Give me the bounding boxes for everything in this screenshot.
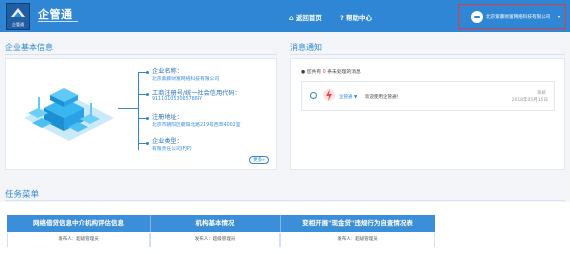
- connector-line: [138, 72, 139, 150]
- message-item[interactable]: 企管通 ▼ 欢迎使用企管通！ 系统 2018年05月15日: [301, 81, 555, 111]
- message-text: 欢迎使用企管通！: [365, 95, 401, 100]
- bullet-dot: [146, 71, 149, 74]
- company-type-label: 企业类型：: [152, 138, 183, 145]
- more-button[interactable]: 更多»: [249, 156, 269, 164]
- nav-help-label: 帮助中心: [346, 14, 373, 22]
- bell-icon: ●: [301, 70, 306, 75]
- user-menu[interactable]: 北京紫藤财富网络科技有限公司 ▾: [458, 4, 566, 29]
- bullet-dot: [146, 93, 149, 96]
- company-section-title: 企业基本信息: [5, 43, 53, 52]
- task-issuer: 发布人：超级管理员: [150, 233, 280, 247]
- nav-home-link[interactable]: ⌂ 返回首页: [289, 12, 322, 22]
- company-name-value: 北京紫藤财富网络科技有限公司: [152, 77, 220, 82]
- app-title: 企管通: [38, 8, 73, 21]
- app-logo[interactable]: 企管通: [6, 3, 30, 30]
- summary-suffix: 条未处理的消息: [327, 70, 361, 75]
- nav-help-link[interactable]: ? 帮助中心: [340, 12, 372, 22]
- logo-subtitle: 企管通: [12, 22, 24, 27]
- task-issuer: 发布人：超级管理员: [280, 233, 435, 247]
- credit-code-value: 911101053065788IY: [152, 97, 203, 102]
- chevron-down-icon: ▾: [558, 14, 561, 19]
- bullet-dot: [146, 117, 149, 120]
- title-underline: [38, 21, 78, 22]
- messages-section-title: 消息通知: [290, 43, 322, 52]
- message-type: 系统: [537, 91, 546, 96]
- tasks-section-title: 任务菜单: [5, 190, 40, 200]
- select-radio[interactable]: [310, 92, 317, 99]
- connector-line: [118, 108, 138, 109]
- server-illustration-icon: [24, 88, 114, 141]
- top-bar: 企管通 企管通 ⌂ 返回首页 ? 帮助中心 北京紫藤财富网络科技有限公司 ▾: [0, 0, 570, 32]
- message-date: 2018年05月15日: [511, 98, 548, 103]
- nav-home-label: 返回首页: [295, 14, 322, 22]
- tasks-divider: [5, 200, 565, 201]
- column-divider: [280, 215, 281, 232]
- column-divider: [150, 215, 151, 232]
- user-name: 北京紫藤财富网络科技有限公司: [486, 15, 551, 20]
- messages-divider: [290, 54, 565, 55]
- lightning-icon: [323, 89, 335, 101]
- task-header[interactable]: 网络借贷信息中介机构评估信息: [7, 215, 150, 232]
- avatar: [471, 11, 483, 23]
- message-summary: ● 您共有 0 条未处理的消息: [301, 68, 361, 75]
- task-header[interactable]: 变相开展"现金贷"违规行为自查情况表: [280, 215, 435, 232]
- bullet-dot: [146, 142, 149, 145]
- company-divider: [5, 54, 277, 55]
- home-icon: ⌂: [289, 14, 294, 22]
- summary-prefix: 您共有: [306, 70, 322, 75]
- task-header[interactable]: 机构基本情况: [150, 215, 280, 232]
- logo-mark-icon: [11, 8, 25, 17]
- credit-code-label: 工商注册号/统一社会信用代码：: [152, 90, 241, 97]
- company-name-label: 企业名称：: [152, 68, 183, 75]
- address-label: 注册地址：: [152, 114, 183, 121]
- task-issuer: 发布人：超级管理员: [7, 233, 150, 247]
- unread-count: 0: [322, 70, 326, 75]
- message-sender: 企管通 ▼: [339, 95, 358, 100]
- help-icon: ?: [340, 14, 344, 22]
- company-type-value: 有限责任公司(FJP): [152, 147, 192, 152]
- address-value: 北京市朝阳区朝阳北路219号西草4002室: [152, 123, 241, 128]
